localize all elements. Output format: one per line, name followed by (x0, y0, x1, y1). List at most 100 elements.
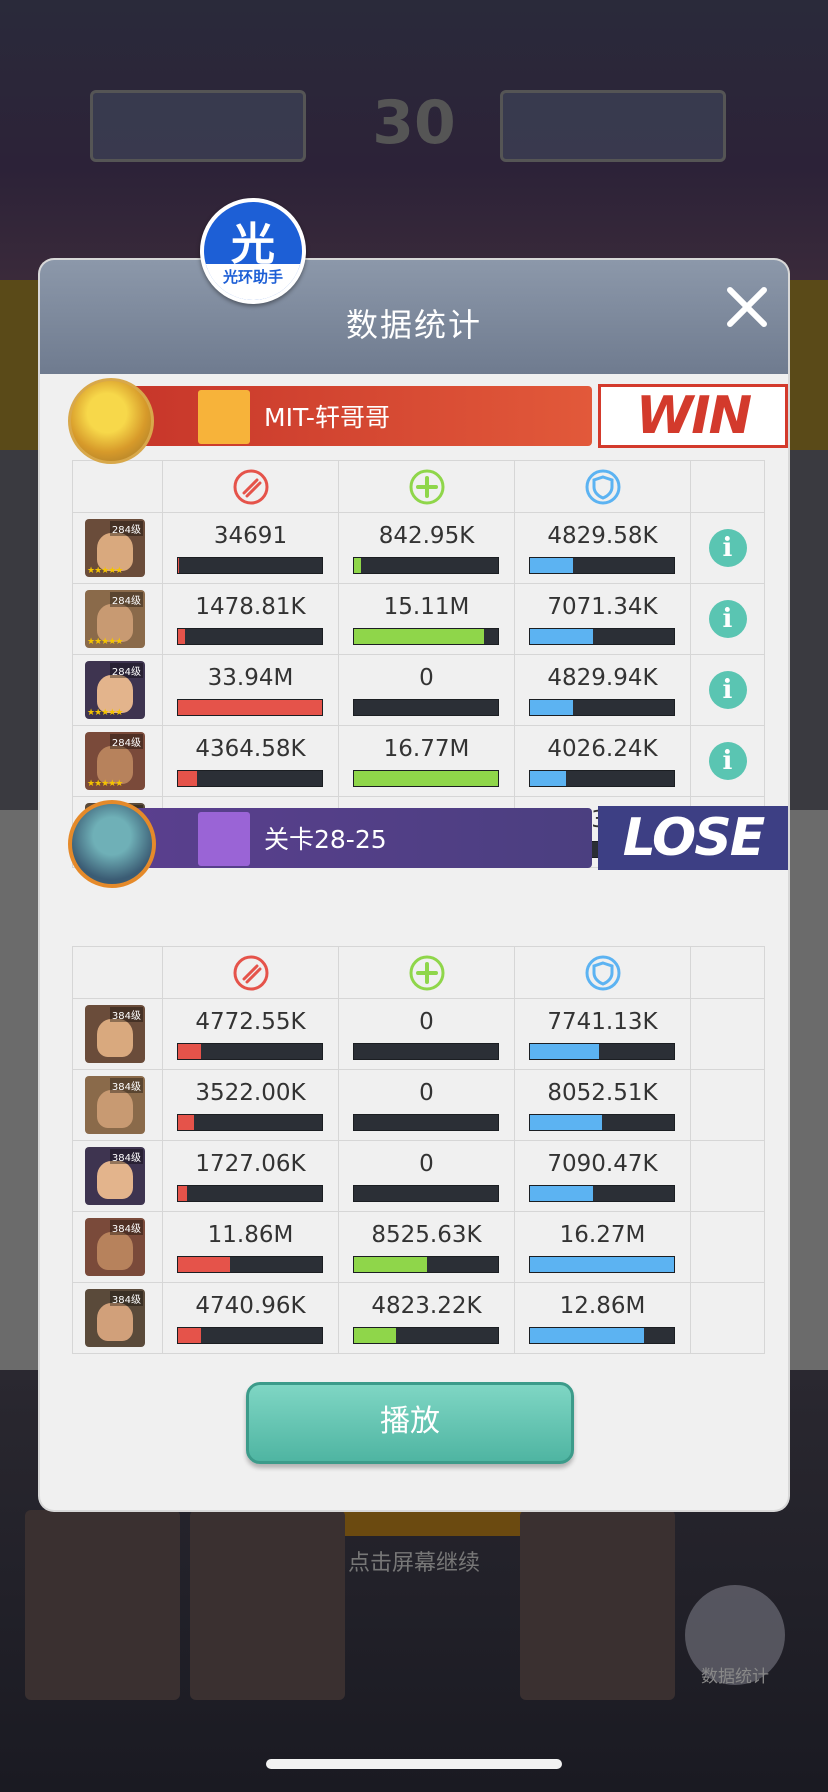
assistant-badge[interactable]: 光 光环助手 (200, 198, 306, 304)
info-cell (691, 1283, 765, 1354)
stats-dialog: 数据统计 MIT-轩哥哥 WIN 284级 ★★★★★ 34691 842.95K 48… (40, 260, 788, 1510)
hero-portrait[interactable]: 384级 (85, 1218, 145, 1276)
hero-level: 384级 (109, 1149, 143, 1164)
hero-portrait[interactable]: 384级 (85, 1005, 145, 1063)
tank-bar-fill (530, 629, 594, 644)
damage-value: 4364.58K (195, 736, 306, 762)
heal-cell: 0 (339, 655, 515, 726)
damage-cell: 1478.81K (163, 584, 339, 655)
heal-value: 0 (419, 1151, 434, 1177)
damage-value: 3522.00K (195, 1080, 306, 1106)
hero-portrait[interactable]: 284级 ★★★★★ (85, 732, 145, 790)
heal-cell: 16.77M (339, 726, 515, 797)
tank-value: 16.27M (559, 1222, 646, 1248)
damage-bar (177, 1256, 323, 1273)
tank-bar (529, 770, 675, 787)
damage-bar (177, 1114, 323, 1131)
info-icon[interactable] (708, 671, 747, 709)
tank-cell: 7741.13K (515, 999, 691, 1070)
damage-cell: 4740.96K (163, 1283, 339, 1354)
table-header-row (73, 947, 765, 999)
heal-value: 0 (419, 1080, 434, 1106)
hero-cell: 384级 (73, 999, 163, 1070)
header-empty-cell (73, 947, 163, 999)
damage-bar-fill (178, 771, 197, 786)
hero-stats-row: 284级 ★★★★★ 34691 842.95K 4829.58K (73, 513, 765, 584)
damage-cell: 4772.55K (163, 999, 339, 1070)
hero-stats-row: 284级 ★★★★★ 4364.58K 16.77M 4026.24K (73, 726, 765, 797)
hero-portrait[interactable]: 284级 ★★★★★ (85, 661, 145, 719)
hero-level: 384级 (109, 1007, 143, 1022)
team-name: MIT-轩哥哥 (264, 403, 390, 432)
hero-portrait[interactable]: 384级 (85, 1289, 145, 1347)
damage-bar (177, 557, 323, 574)
tank-cell: 7090.47K (515, 1141, 691, 1212)
hero-portrait[interactable]: 284级 ★★★★★ (85, 590, 145, 648)
column-header (515, 947, 691, 999)
assistant-badge-label: 光环助手 (204, 264, 302, 300)
damage-value: 33.94M (207, 665, 294, 691)
heal-bar (353, 770, 499, 787)
tank-bar (529, 699, 675, 716)
close-icon (727, 287, 767, 327)
hero-cell: 384级 (73, 1212, 163, 1283)
hero-face (97, 1232, 133, 1270)
tank-value: 7071.34K (547, 594, 658, 620)
damage-cell: 3522.00K (163, 1070, 339, 1141)
info-cell (691, 726, 765, 797)
tank-value: 12.86M (559, 1293, 646, 1319)
heal-cell: 0 (339, 1070, 515, 1141)
hero-level: 384级 (109, 1078, 143, 1093)
damage-bar-fill (178, 700, 322, 715)
heal-bar (353, 699, 499, 716)
tank-bar (529, 1327, 675, 1344)
heal-bar-fill (354, 771, 498, 786)
hero-cell: 284级 ★★★★★ (73, 584, 163, 655)
tank-cell: 7071.34K (515, 584, 691, 655)
info-icon[interactable] (708, 529, 747, 567)
info-icon[interactable] (708, 600, 747, 638)
close-button[interactable] (722, 282, 772, 332)
result-lose-badge: LOSE (598, 806, 788, 870)
tank-cell: 4829.94K (515, 655, 691, 726)
tank-bar-fill (530, 558, 574, 573)
team-flag-icon (198, 812, 250, 866)
hero-cell: 284级 ★★★★★ (73, 726, 163, 797)
heal-value: 4823.22K (371, 1293, 482, 1319)
damage-bar (177, 770, 323, 787)
tank-bar-fill (530, 1328, 644, 1343)
tank-bar (529, 1114, 675, 1131)
heal-cell: 8525.63K (339, 1212, 515, 1283)
header-empty-cell (691, 947, 765, 999)
shield-icon (585, 955, 621, 991)
info-icon[interactable] (708, 742, 747, 780)
column-header (339, 461, 515, 513)
info-cell (691, 513, 765, 584)
damage-bar-fill (178, 1257, 230, 1272)
hero-stats-row: 384级 1727.06K 0 7090.47K (73, 1141, 765, 1212)
tank-cell: 8052.51K (515, 1070, 691, 1141)
result-win-badge: WIN (598, 384, 788, 448)
tank-bar (529, 1185, 675, 1202)
tank-bar (529, 1043, 675, 1060)
hero-card-bg (190, 1510, 345, 1700)
play-button[interactable]: 播放 (246, 1382, 574, 1464)
info-cell (691, 1141, 765, 1212)
hero-portrait[interactable]: 384级 (85, 1147, 145, 1205)
damage-bar-fill (178, 558, 180, 573)
tank-bar-fill (530, 1115, 602, 1130)
heal-bar (353, 1327, 499, 1344)
header-empty-cell (691, 461, 765, 513)
tank-bar-fill (530, 1044, 600, 1059)
damage-icon (233, 955, 269, 991)
hero-portrait[interactable]: 284级 ★★★★★ (85, 519, 145, 577)
heal-bar (353, 1043, 499, 1060)
damage-value: 1478.81K (195, 594, 306, 620)
heal-value: 842.95K (378, 523, 475, 549)
hero-cell: 284级 ★★★★★ (73, 655, 163, 726)
hero-cell: 384级 (73, 1283, 163, 1354)
hero-portrait[interactable]: 384级 (85, 1076, 145, 1134)
damage-cell: 1727.06K (163, 1141, 339, 1212)
hero-level: 284级 (109, 521, 143, 536)
tank-cell: 16.27M (515, 1212, 691, 1283)
